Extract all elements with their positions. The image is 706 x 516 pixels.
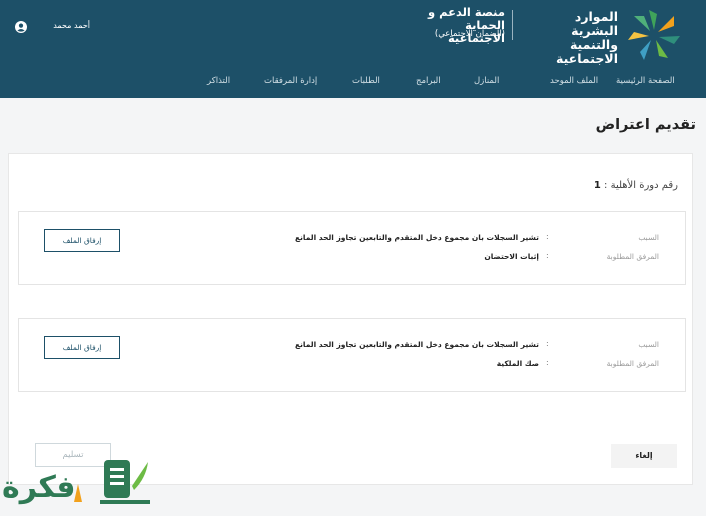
requirement-card: السبب : تشير السجلات بان مجموع دخل المتق…	[18, 211, 686, 285]
ministry-logo-icon	[628, 10, 680, 60]
nav-attachments[interactable]: إدارة المرفقات	[264, 76, 317, 86]
attachment-label: المرفق المطلوبة	[606, 359, 659, 368]
nav-unified-file[interactable]: الملف الموحد	[550, 76, 598, 86]
header-divider	[512, 10, 513, 40]
nav-tickets[interactable]: التذاكر	[207, 76, 230, 86]
top-header: الموارد البشرية والتنمية الاجتماعية منصة…	[0, 0, 706, 98]
platform-name: منصة الدعم و الحماية الاجتماعية	[427, 5, 505, 45]
attachment-colon: :	[546, 251, 549, 260]
reason-label: السبب	[638, 340, 659, 349]
attachment-label: المرفق المطلوبة	[606, 252, 659, 261]
ministry-name: الموارد البشرية والتنمية الاجتماعية	[556, 9, 618, 66]
user-name[interactable]: أحمد محمد	[30, 21, 90, 30]
requirement-card: السبب : تشير السجلات بان مجموع دخل المتق…	[18, 318, 686, 392]
attachment-value: إثبات الاحتضان	[484, 252, 539, 261]
eligibility-cycle: رقم دورة الأهلية : 1	[594, 180, 678, 191]
nav-programs[interactable]: البرامج	[416, 76, 441, 86]
attach-file-button[interactable]: إرفاق الملف	[44, 336, 120, 359]
cancel-button[interactable]: إلغاء	[611, 444, 677, 468]
reason-value: تشير السجلات بان مجموع دخل المتقدم والتا…	[294, 233, 539, 242]
attachment-colon: :	[546, 358, 549, 367]
nav-home[interactable]: الصفحة الرئيسية	[616, 76, 675, 86]
watermark-text: فكرة	[2, 470, 76, 505]
nav-requests[interactable]: الطلبات	[352, 76, 380, 86]
eligibility-cycle-label: رقم دورة الأهلية :	[604, 180, 678, 191]
reason-label: السبب	[638, 233, 659, 242]
platform-subtitle: (الضمان الاجتماعي)	[434, 29, 505, 39]
reason-value: تشير السجلات بان مجموع دخل المتقدم والتا…	[294, 340, 539, 349]
nav-homes[interactable]: المنازل	[474, 76, 499, 86]
reason-colon: :	[546, 339, 549, 348]
eligibility-cycle-value: 1	[593, 180, 601, 191]
attachment-value: صك الملكية	[496, 359, 539, 368]
page-title: تقديم اعتراض	[595, 117, 696, 133]
objection-form-card: رقم دورة الأهلية : 1 السبب : تشير السجلا…	[8, 153, 693, 485]
attach-file-button[interactable]: إرفاق الملف	[44, 229, 120, 252]
reason-colon: :	[546, 232, 549, 241]
user-avatar-icon[interactable]	[15, 21, 27, 33]
